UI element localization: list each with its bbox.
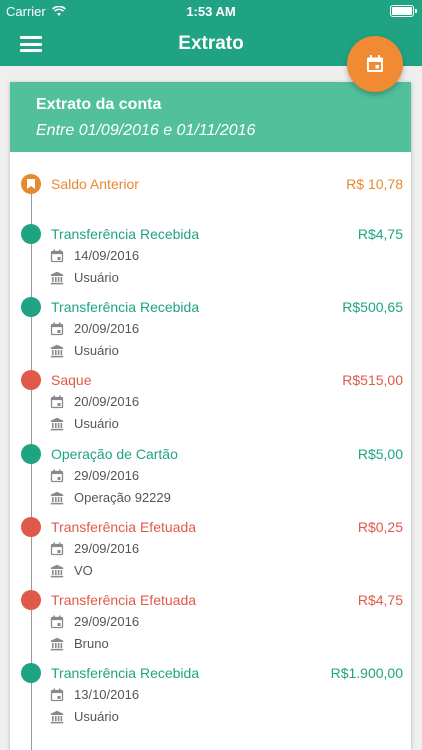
debit-marker xyxy=(21,517,41,537)
transaction-detail-line: Operação 92229 xyxy=(50,490,171,505)
bank-icon xyxy=(50,710,64,723)
transaction-date: 29/09/2016 xyxy=(74,541,140,556)
transaction-amount: R$1.900,00 xyxy=(330,665,403,681)
transaction-detail-line: Usuário xyxy=(50,343,119,358)
transaction-detail-line: Bruno xyxy=(50,636,109,651)
transaction-amount: R$4,75 xyxy=(357,592,403,608)
transaction-detail-line: Usuário xyxy=(50,270,119,285)
transaction-date: 20/09/2016 xyxy=(74,321,140,336)
bank-icon xyxy=(50,344,64,357)
statement-title: Extrato da conta xyxy=(36,96,162,113)
calendar-icon xyxy=(50,395,64,408)
transaction-title: Transferência Recebida xyxy=(51,226,200,242)
bank-icon xyxy=(50,417,64,430)
opening-balance-marker xyxy=(21,174,41,194)
debit-marker xyxy=(21,590,41,610)
transaction-detail: Usuário xyxy=(74,270,119,285)
credit-marker xyxy=(21,663,41,683)
transaction-detail-line: Usuário xyxy=(50,709,119,724)
transaction-amount: R$515,00 xyxy=(342,372,403,388)
credit-marker xyxy=(21,444,41,464)
calendar-icon xyxy=(50,322,64,335)
clock: 1:53 AM xyxy=(186,4,236,19)
calendar-icon xyxy=(50,688,64,701)
transaction-date-line: 20/09/2016 xyxy=(50,321,139,336)
transaction-date-line: 14/09/2016 xyxy=(50,248,139,263)
statement-header: Extrato da conta Entre 01/09/2016 e 01/1… xyxy=(10,82,411,152)
transaction-amount: R$500,65 xyxy=(342,299,403,315)
status-bar: Carrier 1:53 AM xyxy=(0,0,422,22)
transaction-title: Transferência Efetuada xyxy=(51,592,197,608)
transaction-date-line: 29/09/2016 xyxy=(50,468,139,483)
opening-balance-label: Saldo Anterior xyxy=(51,176,139,192)
transaction-amount: R$0,25 xyxy=(357,519,403,535)
transaction-amount: R$5,00 xyxy=(357,446,403,462)
bank-icon xyxy=(50,637,64,650)
statement-period: Entre 01/09/2016 e 01/11/2016 xyxy=(36,122,256,139)
opening-balance-amount: R$ 10,78 xyxy=(346,176,403,192)
calendar-icon xyxy=(50,542,64,555)
transaction-date: 29/09/2016 xyxy=(74,614,140,629)
transaction-amount: R$4,75 xyxy=(357,226,403,242)
bank-icon xyxy=(50,491,64,504)
transaction-title: Operação de Cartão xyxy=(51,446,178,462)
transaction-detail: Usuário xyxy=(74,343,119,358)
transaction-title: Transferência Recebida xyxy=(51,665,200,681)
transaction-detail-line: Usuário xyxy=(50,416,119,431)
calendar-icon xyxy=(367,55,383,72)
transaction-detail: VO xyxy=(74,563,93,578)
transaction-date-line: 13/10/2016 xyxy=(50,687,139,702)
credit-marker xyxy=(21,224,41,244)
calendar-fab-button[interactable] xyxy=(347,36,403,92)
bank-icon xyxy=(50,564,64,577)
transaction-date: 13/10/2016 xyxy=(74,687,140,702)
calendar-icon xyxy=(50,249,64,262)
transaction-detail: Usuário xyxy=(74,709,119,724)
battery-icon xyxy=(390,5,417,17)
transaction-date-line: 29/09/2016 xyxy=(50,541,139,556)
transaction-date: 20/09/2016 xyxy=(74,394,140,409)
transaction-title: Transferência Efetuada xyxy=(51,519,197,535)
transaction-date-line: 20/09/2016 xyxy=(50,394,139,409)
transaction-title: Transferência Recebida xyxy=(51,299,200,315)
bookmark-icon xyxy=(27,179,35,189)
transaction-title: Saque xyxy=(51,372,92,388)
credit-marker xyxy=(21,297,41,317)
calendar-icon xyxy=(50,469,64,482)
statement-card: Extrato da conta Entre 01/09/2016 e 01/1… xyxy=(10,82,411,750)
transaction-detail: Operação 92229 xyxy=(74,490,171,505)
transaction-detail-line: VO xyxy=(50,563,93,578)
transaction-detail: Usuário xyxy=(74,416,119,431)
transaction-date: 29/09/2016 xyxy=(74,468,140,483)
transaction-detail: Bruno xyxy=(74,636,109,651)
transaction-date: 14/09/2016 xyxy=(74,248,140,263)
bank-icon xyxy=(50,271,64,284)
debit-marker xyxy=(21,370,41,390)
calendar-icon xyxy=(50,615,64,628)
transaction-date-line: 29/09/2016 xyxy=(50,614,139,629)
